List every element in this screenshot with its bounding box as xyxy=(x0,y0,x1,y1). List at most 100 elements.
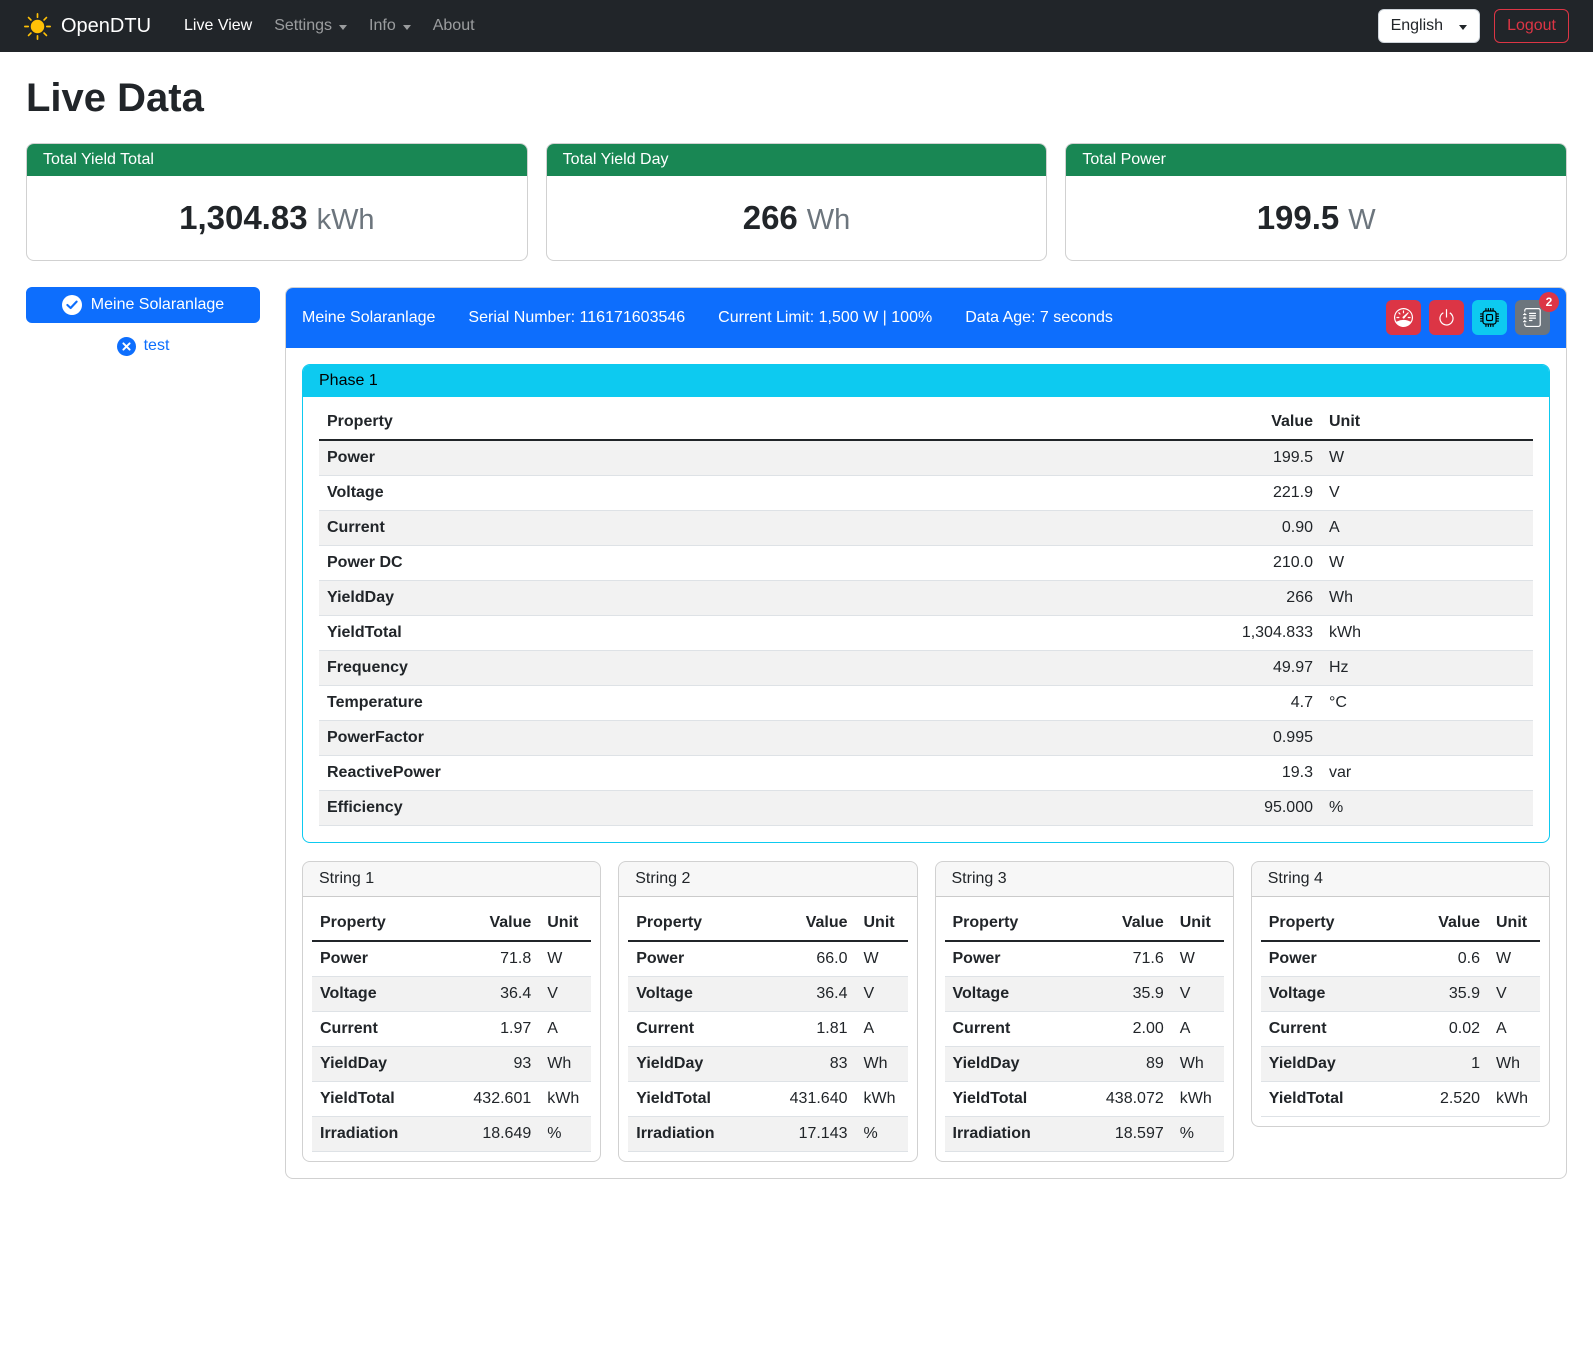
string-table: Property Value Unit Power0.6W Voltage35.… xyxy=(1261,906,1540,1117)
card-unit: W xyxy=(1348,204,1375,236)
property-name: Power xyxy=(628,941,779,977)
table-row: Current2.00A xyxy=(945,1011,1224,1046)
property-value: 438.072 xyxy=(1096,1081,1172,1116)
property-value: 431.640 xyxy=(780,1081,856,1116)
sidebar-item-meine-solaranlage[interactable]: Meine Solaranlage xyxy=(26,287,260,323)
property-value: 89 xyxy=(1096,1046,1172,1081)
string-table: Property Value Unit Power66.0W Voltage36… xyxy=(628,906,907,1152)
table-row: YieldTotal432.601kWh xyxy=(312,1081,591,1116)
table-row: Frequency49.97Hz xyxy=(319,650,1533,685)
column-header-unit: Unit xyxy=(1321,405,1533,440)
phase-title: Phase 1 xyxy=(303,365,1549,397)
table-row: Power0.6W xyxy=(1261,941,1540,977)
property-unit: A xyxy=(539,1011,591,1046)
column-header-unit: Unit xyxy=(856,906,908,941)
property-unit: % xyxy=(1172,1116,1224,1151)
logout-button[interactable]: Logout xyxy=(1494,9,1569,43)
nav-live-view[interactable]: Live View xyxy=(175,9,261,43)
string-table: Property Value Unit Power71.6W Voltage35… xyxy=(945,906,1224,1152)
table-row: YieldTotal2.520kWh xyxy=(1261,1081,1540,1116)
property-name: Current xyxy=(319,510,1191,545)
property-unit: Wh xyxy=(856,1046,908,1081)
string-title: String 1 xyxy=(303,862,600,897)
nav-about[interactable]: About xyxy=(424,9,484,43)
property-value: 266 xyxy=(1191,580,1321,615)
column-header-unit: Unit xyxy=(1172,906,1224,941)
string-4-card: String 4 Property Value Unit xyxy=(1251,861,1550,1127)
property-value: 35.9 xyxy=(1412,976,1488,1011)
string-table: Property Value Unit Power71.8W Voltage36… xyxy=(312,906,591,1152)
nav-info[interactable]: Info xyxy=(360,9,420,43)
property-name: Current xyxy=(628,1011,779,1046)
property-unit: A xyxy=(1488,1011,1540,1046)
property-value: 1 xyxy=(1412,1046,1488,1081)
table-row: Current0.90A xyxy=(319,510,1533,545)
property-name: Voltage xyxy=(319,475,1191,510)
card-body: 199.5W xyxy=(1066,176,1566,260)
sidebar-item-label: test xyxy=(144,337,170,355)
property-value: 18.649 xyxy=(463,1116,539,1151)
sidebar-item-test[interactable]: test xyxy=(26,330,260,363)
property-value: 36.4 xyxy=(780,976,856,1011)
property-name: YieldDay xyxy=(1261,1046,1412,1081)
nav-settings[interactable]: Settings xyxy=(265,9,356,43)
event-log-button[interactable]: 2 xyxy=(1515,300,1550,335)
string-2-card: String 2 Property Value Unit xyxy=(618,861,917,1162)
table-row: Power71.8W xyxy=(312,941,591,977)
string-title: String 3 xyxy=(936,862,1233,897)
card-unit: Wh xyxy=(807,204,851,236)
property-name: YieldDay xyxy=(312,1046,463,1081)
journal-text-icon xyxy=(1523,308,1542,327)
table-row: Voltage36.4V xyxy=(628,976,907,1011)
table-row: Irradiation18.649% xyxy=(312,1116,591,1151)
property-name: PowerFactor xyxy=(319,720,1191,755)
property-unit: W xyxy=(1321,545,1533,580)
property-unit: W xyxy=(1321,440,1533,476)
table-row: Voltage35.9V xyxy=(945,976,1224,1011)
property-name: ReactivePower xyxy=(319,755,1191,790)
card-body: 1,304.83kWh xyxy=(27,176,527,260)
string-body: Property Value Unit Power0.6W Voltage35.… xyxy=(1252,897,1549,1126)
navbar: OpenDTU Live View Settings Info About En… xyxy=(0,0,1593,52)
property-name: YieldTotal xyxy=(319,615,1191,650)
property-unit: °C xyxy=(1321,685,1533,720)
table-row: Irradiation18.597% xyxy=(945,1116,1224,1151)
property-name: Temperature xyxy=(319,685,1191,720)
property-name: Voltage xyxy=(945,976,1096,1011)
string-title: String 2 xyxy=(619,862,916,897)
table-row: Power199.5W xyxy=(319,440,1533,476)
property-unit: Wh xyxy=(1488,1046,1540,1081)
power-toggle-button[interactable] xyxy=(1429,300,1464,335)
string-body: Property Value Unit Power66.0W Voltage36… xyxy=(619,897,916,1161)
property-value: 83 xyxy=(780,1046,856,1081)
table-header-row: Property Value Unit xyxy=(319,405,1533,440)
total-yield-total-card: Total Yield Total 1,304.83kWh xyxy=(26,143,528,261)
brand-link[interactable]: OpenDTU xyxy=(24,13,151,40)
property-unit: W xyxy=(1172,941,1224,977)
check-circle-icon xyxy=(62,295,82,315)
table-row: YieldDay266Wh xyxy=(319,580,1533,615)
inverter-info-button[interactable] xyxy=(1472,300,1507,335)
language-select[interactable]: English xyxy=(1378,9,1480,43)
property-value: 93 xyxy=(463,1046,539,1081)
property-value: 1,304.833 xyxy=(1191,615,1321,650)
property-unit: Wh xyxy=(539,1046,591,1081)
table-row: Current1.81A xyxy=(628,1011,907,1046)
property-unit: Wh xyxy=(1321,580,1533,615)
string-3-card: String 3 Property Value Unit xyxy=(935,861,1234,1162)
card-title: Total Yield Day xyxy=(547,144,1047,176)
table-row: Current0.02A xyxy=(1261,1011,1540,1046)
property-name: Power xyxy=(312,941,463,977)
property-value: 2.00 xyxy=(1096,1011,1172,1046)
property-unit: kWh xyxy=(1488,1081,1540,1116)
property-name: YieldDay xyxy=(319,580,1191,615)
card-body: 266Wh xyxy=(547,176,1047,260)
table-row: Efficiency95.000% xyxy=(319,790,1533,825)
string-title: String 4 xyxy=(1252,862,1549,897)
inverter-sidebar: Meine Solaranlage test xyxy=(26,287,260,363)
limit-settings-button[interactable] xyxy=(1386,300,1421,335)
inverter-card: Meine Solaranlage Serial Number: 1161716… xyxy=(285,287,1567,1179)
nav-info-label: Info xyxy=(369,17,396,35)
phase-body: Property Value Unit Power199.5W Voltage 2… xyxy=(303,397,1549,842)
column-header-property: Property xyxy=(312,906,463,941)
